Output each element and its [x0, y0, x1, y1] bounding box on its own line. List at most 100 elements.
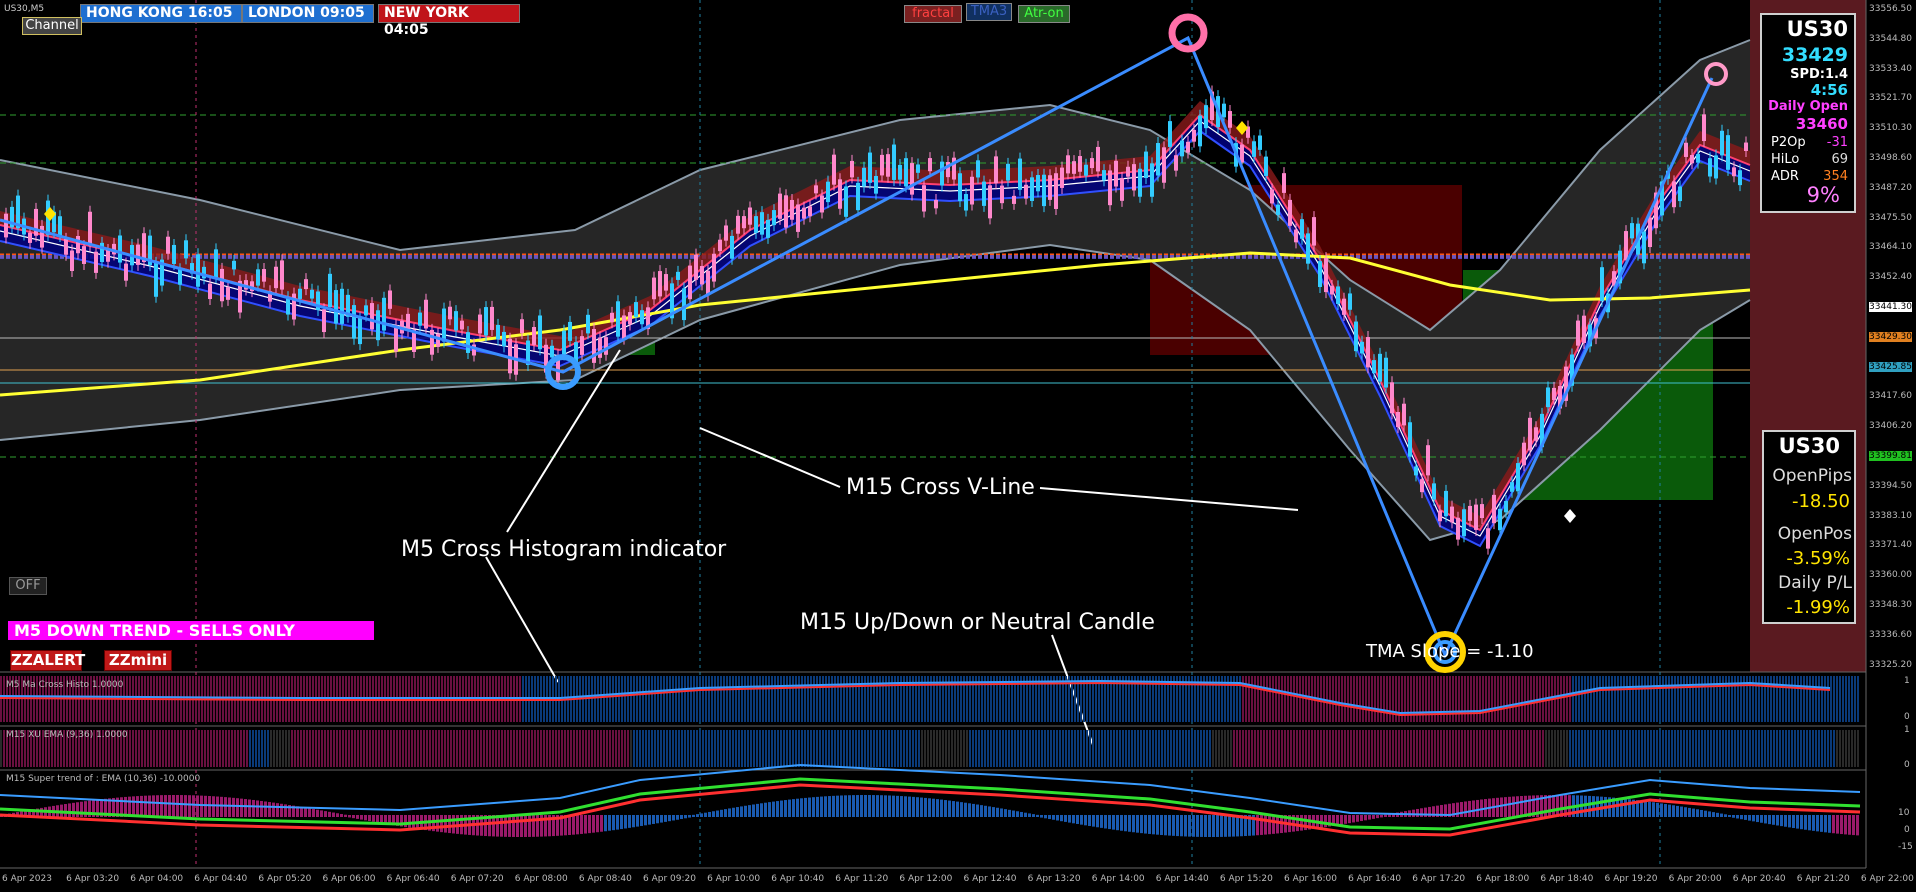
xu-ema-bar	[1839, 730, 1841, 767]
xu-ema-bar	[891, 730, 893, 767]
candle-body	[820, 195, 824, 213]
super-trend-bar	[956, 801, 959, 817]
candle-body	[1690, 154, 1694, 164]
super-trend-bar	[1820, 815, 1823, 832]
xu-ema-bar	[471, 730, 473, 767]
zzmini-button[interactable]: ZZmini	[104, 650, 172, 671]
xu-ema-bar	[1569, 730, 1571, 767]
super-trend-bar	[312, 808, 315, 817]
candle-body	[1378, 353, 1382, 382]
super-trend-bar	[1036, 814, 1039, 817]
super-trend-bar	[612, 815, 615, 831]
candle-body	[1534, 427, 1538, 441]
super-trend-bar	[176, 795, 179, 817]
super-trend-bar	[132, 796, 135, 817]
super-trend-bar	[1588, 795, 1591, 817]
xu-ema-bar	[612, 730, 614, 767]
subwindow-2-scale-top: 1	[1904, 725, 1910, 735]
super-trend-bar	[872, 795, 875, 817]
xu-ema-bar	[1230, 730, 1232, 767]
histo-bar	[1710, 676, 1712, 722]
fractal-button[interactable]: fractal	[904, 5, 962, 23]
channel-button[interactable]: Channel	[22, 17, 82, 35]
super-trend-bar	[1164, 815, 1167, 836]
xu-ema-bar	[1188, 730, 1190, 767]
xu-ema-bar	[777, 730, 779, 767]
super-trend-bar	[1092, 815, 1095, 827]
histo-bar	[1794, 676, 1796, 722]
histo-bar	[1620, 676, 1622, 722]
xu-ema-bar	[1041, 730, 1043, 767]
subwindow-1-scale-top: 1	[1904, 676, 1910, 686]
xu-ema-bar	[1707, 730, 1709, 767]
histo-bar	[1509, 676, 1511, 722]
histo-bar	[1341, 676, 1343, 722]
xu-ema-bar	[1479, 730, 1481, 767]
super-trend-bar	[1048, 815, 1051, 820]
candle-body	[364, 305, 368, 316]
super-trend-bar	[948, 800, 951, 817]
xu-ema-bar	[483, 730, 485, 767]
xu-ema-bar	[1686, 730, 1688, 767]
atr-on-button[interactable]: Atr-on	[1018, 5, 1070, 23]
candle-body	[214, 249, 218, 278]
xu-ema-bar	[1812, 730, 1814, 767]
super-trend-bar	[1108, 815, 1111, 830]
zzalert-button[interactable]: ZZALERT	[10, 650, 85, 671]
xu-ema-bar	[273, 730, 275, 767]
off-button[interactable]: OFF	[9, 577, 47, 595]
super-trend-bar	[1808, 815, 1811, 831]
super-trend-bar	[724, 809, 727, 817]
tma3-button[interactable]: TMA3	[966, 3, 1012, 21]
histo-bar	[1818, 676, 1820, 722]
xu-ema-bar	[1539, 730, 1541, 767]
candle-body	[1462, 509, 1466, 537]
xu-ema-bar	[918, 730, 920, 767]
xu-ema-bar	[972, 730, 974, 767]
xu-ema-bar	[621, 730, 623, 767]
super-trend-bar	[376, 815, 379, 823]
xu-ema-bar	[540, 730, 542, 767]
histo-bar	[651, 676, 653, 722]
candle-body	[874, 175, 878, 194]
xu-ema-bar	[360, 730, 362, 767]
xu-ema-bar	[1593, 730, 1595, 767]
candle-body	[310, 289, 314, 299]
super-trend-bar	[1556, 795, 1559, 817]
candle-body	[1438, 510, 1442, 522]
xu-ema-bar	[747, 730, 749, 767]
histo-bar	[1368, 676, 1370, 722]
candle-body	[1042, 174, 1046, 207]
xu-ema-bar	[1695, 730, 1697, 767]
xu-ema-bar	[186, 730, 188, 767]
histo-bar	[666, 676, 668, 722]
histo-bar	[1470, 676, 1472, 722]
xu-ema-bar	[1071, 730, 1073, 767]
super-trend-bar	[904, 796, 907, 817]
xu-ema-bar	[1053, 730, 1055, 767]
xu-ema-bar	[1389, 730, 1391, 767]
candle-body	[634, 302, 638, 317]
xu-ema-bar	[846, 730, 848, 767]
xu-ema-bar	[1101, 730, 1103, 767]
xu-ema-bar	[555, 730, 557, 767]
histo-bar	[1776, 676, 1778, 722]
trading-chart[interactable]	[0, 0, 1916, 892]
subwindow-1-scale-bottom: 0	[1904, 712, 1910, 722]
price-chart-canvas[interactable]	[0, 0, 1916, 892]
xu-ema-bar	[939, 730, 941, 767]
xu-ema-bar	[1257, 730, 1259, 767]
histo-bar	[1335, 676, 1337, 722]
candle-body	[616, 301, 620, 337]
xu-ema-bar	[1065, 730, 1067, 767]
candle-body	[1342, 298, 1346, 315]
super-trend-bar	[228, 797, 231, 817]
xu-ema-bar	[528, 730, 530, 767]
super-trend-bar	[208, 796, 211, 817]
super-trend-bar	[1124, 815, 1127, 832]
super-trend-bar	[1132, 815, 1135, 833]
histo-bar	[1365, 676, 1367, 722]
info-panel: US30 33429 SPD:1.4 4:56 Daily Open 33460…	[1760, 13, 1856, 213]
xu-ema-bar	[498, 730, 500, 767]
candle-body	[784, 195, 788, 228]
